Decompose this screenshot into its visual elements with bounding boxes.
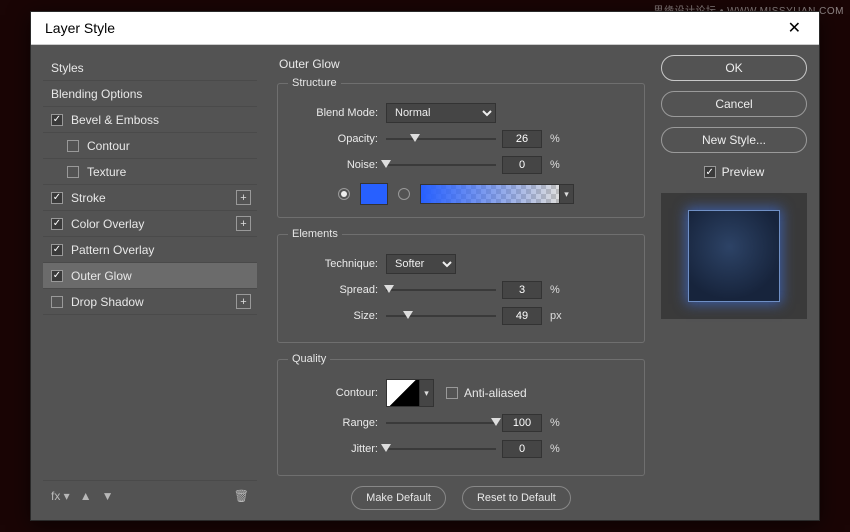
noise-input[interactable] xyxy=(502,156,542,174)
settings-panel: Outer Glow Structure Blend Mode: Normal … xyxy=(267,55,651,510)
structure-legend: Structure xyxy=(288,77,341,89)
range-slider[interactable] xyxy=(386,416,496,430)
opacity-label: Opacity: xyxy=(288,133,378,145)
gradient-swatch[interactable] xyxy=(420,184,560,204)
contour-picker[interactable] xyxy=(386,379,420,407)
gradient-radio[interactable] xyxy=(398,188,410,200)
technique-label: Technique: xyxy=(288,258,378,270)
right-column: OK Cancel New Style... Preview xyxy=(661,55,807,510)
noise-slider[interactable] xyxy=(386,158,496,172)
preview-label: Preview xyxy=(722,165,765,179)
sidebar-item-label: Color Overlay xyxy=(71,217,144,231)
jitter-slider[interactable] xyxy=(386,442,496,456)
size-input[interactable] xyxy=(502,307,542,325)
spread-slider[interactable] xyxy=(386,283,496,297)
sidebar-item-texture[interactable]: Texture xyxy=(43,159,257,185)
spread-input[interactable] xyxy=(502,281,542,299)
add-effect-icon[interactable]: + xyxy=(236,216,251,231)
arrow-up-icon[interactable]: ▲ xyxy=(80,489,92,503)
blend-mode-label: Blend Mode: xyxy=(288,107,378,119)
add-effect-icon[interactable]: + xyxy=(236,190,251,205)
opacity-slider[interactable] xyxy=(386,132,496,146)
preview-swatch xyxy=(688,210,780,302)
sidebar-item-color-overlay[interactable]: Color Overlay + xyxy=(43,211,257,237)
structure-group: Structure Blend Mode: Normal Opacity: % … xyxy=(277,77,645,218)
antialias-label: Anti-aliased xyxy=(464,386,527,400)
reset-default-button[interactable]: Reset to Default xyxy=(462,486,571,510)
blend-mode-select[interactable]: Normal xyxy=(386,103,496,123)
color-swatch[interactable] xyxy=(360,183,388,205)
opacity-unit: % xyxy=(550,133,570,145)
elements-group: Elements Technique: Softer Spread: % Siz… xyxy=(277,228,645,343)
sidebar-footer: fx ▾ ▲ ▼ 🗑 xyxy=(43,480,257,510)
sidebar-item-label: Pattern Overlay xyxy=(71,243,154,257)
gradient-dropdown-icon[interactable]: ▾ xyxy=(560,184,574,204)
effect-checkbox[interactable] xyxy=(51,218,63,230)
arrow-down-icon[interactable]: ▼ xyxy=(102,489,114,503)
sidebar-item-label: Bevel & Emboss xyxy=(71,113,159,127)
effect-checkbox[interactable] xyxy=(51,270,63,282)
effect-checkbox[interactable] xyxy=(67,140,79,152)
size-slider[interactable] xyxy=(386,309,496,323)
sidebar-item-styles[interactable]: Styles xyxy=(43,55,257,81)
sidebar-item-stroke[interactable]: Stroke + xyxy=(43,185,257,211)
jitter-label: Jitter: xyxy=(288,443,378,455)
elements-legend: Elements xyxy=(288,228,342,240)
new-style-button[interactable]: New Style... xyxy=(661,127,807,153)
sidebar-item-label: Stroke xyxy=(71,191,106,205)
solid-color-radio[interactable] xyxy=(338,188,350,200)
make-default-button[interactable]: Make Default xyxy=(351,486,446,510)
effect-checkbox[interactable] xyxy=(67,166,79,178)
fx-icon[interactable]: fx ▾ xyxy=(51,489,70,503)
titlebar: Layer Style ✕ xyxy=(31,12,819,45)
range-input[interactable] xyxy=(502,414,542,432)
contour-dropdown-icon[interactable]: ▾ xyxy=(420,379,434,407)
effect-checkbox[interactable] xyxy=(51,296,63,308)
quality-legend: Quality xyxy=(288,353,330,365)
noise-unit: % xyxy=(550,159,570,171)
sidebar-item-blending-options[interactable]: Blending Options xyxy=(43,81,257,107)
sidebar-item-label: Blending Options xyxy=(51,87,142,101)
jitter-unit: % xyxy=(550,443,570,455)
layer-style-dialog: Layer Style ✕ Styles Blending Options Beve… xyxy=(30,11,820,521)
jitter-input[interactable] xyxy=(502,440,542,458)
size-label: Size: xyxy=(288,310,378,322)
effects-sidebar: Styles Blending Options Bevel & Emboss Cont… xyxy=(43,55,257,510)
effect-checkbox[interactable] xyxy=(51,114,63,126)
technique-select[interactable]: Softer xyxy=(386,254,456,274)
range-unit: % xyxy=(550,417,570,429)
opacity-input[interactable] xyxy=(502,130,542,148)
effect-checkbox[interactable] xyxy=(51,244,63,256)
sidebar-item-drop-shadow[interactable]: Drop Shadow + xyxy=(43,289,257,315)
sidebar-item-label: Texture xyxy=(87,165,126,179)
sidebar-item-pattern-overlay[interactable]: Pattern Overlay xyxy=(43,237,257,263)
preview-box xyxy=(661,193,807,319)
cancel-button[interactable]: Cancel xyxy=(661,91,807,117)
size-unit: px xyxy=(550,310,570,322)
ok-button[interactable]: OK xyxy=(661,55,807,81)
sidebar-item-contour[interactable]: Contour xyxy=(43,133,257,159)
quality-group: Quality Contour: ▾ Anti-aliased Range: %… xyxy=(277,353,645,476)
noise-label: Noise: xyxy=(288,159,378,171)
preview-checkbox[interactable] xyxy=(704,166,716,178)
sidebar-item-label: Styles xyxy=(51,61,84,75)
sidebar-item-label: Drop Shadow xyxy=(71,295,144,309)
spread-unit: % xyxy=(550,284,570,296)
spread-label: Spread: xyxy=(288,284,378,296)
sidebar-item-bevel-emboss[interactable]: Bevel & Emboss xyxy=(43,107,257,133)
sidebar-item-label: Outer Glow xyxy=(71,269,132,283)
trash-icon[interactable]: 🗑 xyxy=(234,489,249,503)
panel-title: Outer Glow xyxy=(279,57,645,71)
add-effect-icon[interactable]: + xyxy=(236,294,251,309)
range-label: Range: xyxy=(288,417,378,429)
effect-checkbox[interactable] xyxy=(51,192,63,204)
sidebar-item-outer-glow[interactable]: Outer Glow xyxy=(43,263,257,289)
dialog-title: Layer Style xyxy=(45,20,115,36)
antialias-checkbox[interactable] xyxy=(446,387,458,399)
close-icon[interactable]: ✕ xyxy=(780,14,809,42)
contour-label: Contour: xyxy=(288,387,378,399)
sidebar-item-label: Contour xyxy=(87,139,130,153)
